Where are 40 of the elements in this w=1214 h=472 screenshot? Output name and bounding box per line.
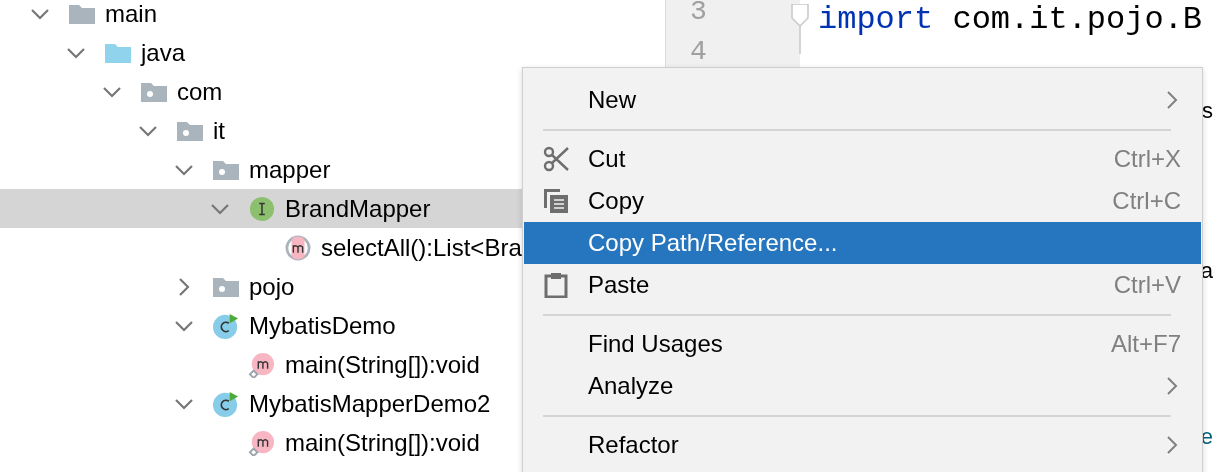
menu-item[interactable]: Analyze [524, 365, 1201, 407]
tree-item-label: com [177, 77, 223, 106]
tree-item-label: MybatisMapperDemo2 [249, 389, 491, 418]
chevron-right-icon [1165, 375, 1179, 397]
tree-item-label: pojo [249, 272, 295, 301]
menu-item[interactable]: Refactor [524, 424, 1201, 466]
clipboard-icon [543, 272, 569, 298]
class-icon [212, 312, 240, 339]
class-icon [212, 390, 240, 417]
tree-item-label: MybatisDemo [249, 311, 396, 340]
code-fragment: s [1202, 97, 1214, 125]
line-number: 4 [690, 35, 707, 69]
interface-icon [248, 195, 276, 222]
tree-item-label: selectAll():List<Bra [321, 233, 522, 262]
shortcut-label: Ctrl+X [1113, 145, 1181, 173]
chevron-right-icon [1165, 434, 1179, 456]
method-icon [248, 429, 276, 456]
method-icon [284, 234, 312, 261]
tree-item-label: mapper [249, 155, 331, 184]
menu-item[interactable]: Find Usages Alt+F7 [524, 323, 1201, 365]
tree-item-label: BrandMapper [285, 194, 431, 223]
tree-item-label: main(String[]):void [285, 350, 480, 379]
shortcut-label: Ctrl+C [1112, 187, 1181, 215]
menu-item[interactable]: Paste Ctrl+V [524, 264, 1201, 306]
tree-item-label: main [105, 0, 158, 28]
tree-item-label: main(String[]):void [285, 428, 480, 457]
line-number: 3 [690, 0, 707, 29]
tree-item-label: it [213, 116, 225, 145]
method-icon [248, 351, 276, 378]
menu-item[interactable]: Copy Path/Reference... [524, 222, 1201, 264]
copy-icon [543, 188, 569, 214]
tree-item-label: java [141, 38, 186, 67]
scissors-icon [543, 146, 569, 172]
tree-row-background[interactable]: main [0, 0, 665, 33]
tree-row-background[interactable]: java [0, 33, 665, 72]
shortcut-label: Alt+F7 [1110, 330, 1181, 358]
fold-marker-icon[interactable] [790, 4, 810, 54]
chevron-right-icon [1165, 89, 1179, 111]
code-line: import com.it.pojo.B [818, 0, 1204, 40]
shortcut-label: Ctrl+V [1113, 271, 1181, 299]
